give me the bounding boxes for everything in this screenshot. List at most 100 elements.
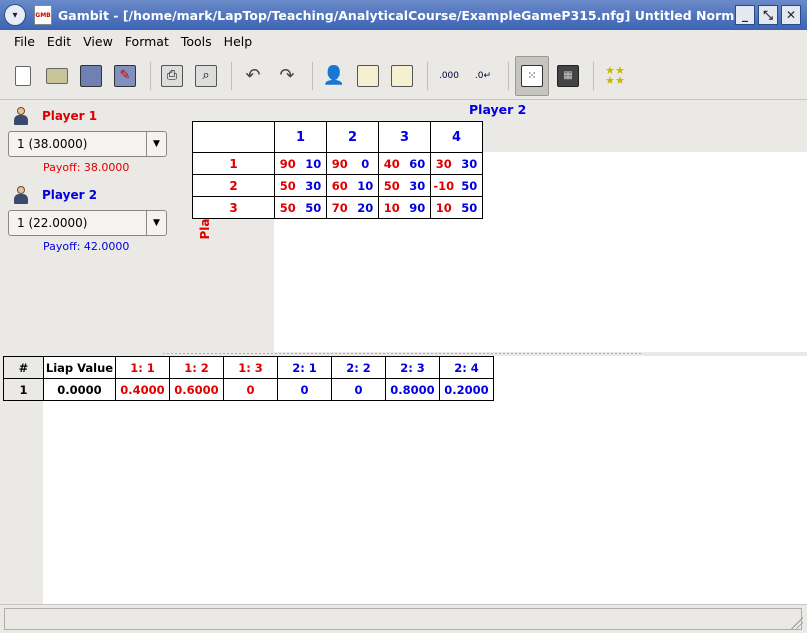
player-1-header: Player 1	[12, 105, 190, 127]
add-strategy-col-icon[interactable]	[387, 61, 417, 91]
dominance-icon[interactable]: ⁙	[515, 55, 549, 96]
profiles-table: # Liap Value 1: 1 1: 2 1: 3 2: 1 2: 2 2:…	[3, 356, 494, 401]
column-header[interactable]: 2	[326, 121, 379, 153]
payoff-p1: 90	[331, 156, 348, 171]
column-header[interactable]: 3	[378, 121, 431, 153]
payoff-cell[interactable]: -10 50	[430, 174, 483, 197]
menu-view[interactable]: View	[77, 34, 119, 49]
menu-tools[interactable]: Tools	[175, 34, 218, 49]
payoff-p2: 50	[461, 200, 478, 215]
payoff-cell[interactable]: 50 50	[274, 196, 327, 219]
decimal-places-increase-icon[interactable]: .000	[434, 61, 464, 91]
payoff-cell[interactable]: 90 10	[274, 152, 327, 175]
payoff-p1: 60	[331, 178, 348, 193]
print-preview-icon[interactable]: ⌕	[191, 61, 221, 91]
player-2-strategy-select[interactable]: 1 (22.0000) ▼	[8, 210, 167, 236]
payoff-cell[interactable]: 40 60	[378, 152, 431, 175]
profiles-header[interactable]: 2: 1	[277, 356, 332, 379]
payoff-p1: -10	[433, 178, 455, 193]
payoff-p1: 30	[435, 156, 452, 171]
toolbar: ✎ ⎙ ⌕ ↶ ↷ 👤 .000 .0↵ ⁙ ▦ ★★ ★★	[0, 52, 807, 100]
payoff-cell[interactable]: 10 50	[430, 196, 483, 219]
payoff-p2: 50	[305, 200, 322, 215]
table-corner	[192, 121, 275, 153]
profiles-header[interactable]: 2: 3	[385, 356, 440, 379]
payoff-cell[interactable]: 90 0	[326, 152, 379, 175]
profiles-header[interactable]: 1: 1	[115, 356, 170, 379]
chevron-down-icon[interactable]: ▼	[146, 132, 166, 156]
toolbar-separator	[150, 61, 151, 90]
redo-icon[interactable]: ↷	[272, 61, 302, 91]
table-row[interactable]: 1 0.0000 0.4000 0.6000 0 0 0 0.8000 0.20…	[3, 378, 494, 401]
row-header[interactable]: 3	[192, 196, 275, 219]
window-menu-button[interactable]: ▾	[4, 4, 26, 26]
menu-file[interactable]: File	[8, 34, 41, 49]
payoff-cell[interactable]: 50 30	[378, 174, 431, 197]
payoff-p1: 40	[383, 156, 400, 171]
payoff-p1: 70	[331, 200, 348, 215]
resize-grip-icon[interactable]	[791, 617, 803, 629]
profile-cell: 0.0000	[43, 378, 116, 401]
payoff-cell[interactable]: 60 10	[326, 174, 379, 197]
print-icon[interactable]: ⎙	[157, 61, 187, 91]
undo-icon[interactable]: ↶	[238, 61, 268, 91]
gambit-app-icon: GMB	[34, 5, 52, 25]
payoff-p2: 20	[357, 200, 374, 215]
profiles-header[interactable]: Liap Value	[43, 356, 116, 379]
player-panel: Player 1 1 (38.0000) ▼ Payoff: 38.0000 P…	[0, 100, 190, 352]
payoff-p1: 50	[383, 178, 400, 193]
payoff-p2: 10	[305, 156, 322, 171]
payoff-table: 1 2 3 4 1 90 10 90 0 40 60 30 30 2 50 30 60 10…	[192, 121, 483, 219]
profiles-header[interactable]: 1: 2	[169, 356, 224, 379]
payoff-p2: 30	[461, 156, 478, 171]
toolbar-separator	[231, 61, 232, 90]
payoff-p2: 10	[357, 178, 374, 193]
payoff-p2: 90	[409, 200, 426, 215]
payoff-p1: 50	[279, 200, 296, 215]
payoff-p1: 50	[279, 178, 296, 193]
profile-cell: 0.6000	[169, 378, 224, 401]
profiles-header: #	[3, 356, 44, 379]
title-bar: ▾ GMB Gambit - [/home/mark/LapTop/Teachi…	[0, 0, 807, 30]
open-folder-icon[interactable]	[42, 61, 72, 91]
equilibria-stars-icon[interactable]: ★★ ★★	[600, 61, 630, 91]
calculator-icon[interactable]: ▦	[553, 61, 583, 91]
player-1-strategy-select[interactable]: 1 (38.0000) ▼	[8, 131, 167, 157]
profiles-header[interactable]: 2: 4	[439, 356, 494, 379]
payoff-p1: 10	[435, 200, 452, 215]
add-strategy-row-icon[interactable]	[353, 61, 383, 91]
payoff-cell[interactable]: 30 30	[430, 152, 483, 175]
row-header[interactable]: 2	[192, 174, 275, 197]
menu-edit[interactable]: Edit	[41, 34, 77, 49]
chevron-down-icon[interactable]: ▼	[146, 211, 166, 235]
profiles-header[interactable]: 1: 3	[223, 356, 278, 379]
decimal-places-decrease-icon[interactable]: .0↵	[468, 61, 498, 91]
row-header[interactable]: 1	[192, 152, 275, 175]
toolbar-separator	[593, 61, 594, 90]
player-1-name[interactable]: Player 1	[42, 109, 97, 123]
player-1-selected-value: 1 (38.0000)	[17, 137, 88, 151]
player-2-selected-value: 1 (22.0000)	[17, 216, 88, 230]
maximize-button[interactable]: ⤡	[758, 5, 778, 25]
close-button[interactable]: ✕	[781, 5, 801, 25]
player-2-name[interactable]: Player 2	[42, 188, 97, 202]
minimize-button[interactable]: _	[735, 5, 755, 25]
menu-help[interactable]: Help	[218, 34, 259, 49]
payoff-cell[interactable]: 70 20	[326, 196, 379, 219]
payoff-cell[interactable]: 10 90	[378, 196, 431, 219]
profiles-header[interactable]: 2: 2	[331, 356, 386, 379]
player-2-payoff: Payoff: 42.0000	[43, 240, 130, 253]
add-player-icon[interactable]: 👤	[319, 61, 349, 91]
column-header[interactable]: 4	[430, 121, 483, 153]
new-file-icon[interactable]	[8, 61, 38, 91]
save-icon[interactable]	[76, 61, 106, 91]
payoff-p1: 90	[279, 156, 296, 171]
player-2-header: Player 2	[12, 184, 190, 206]
menu-format[interactable]: Format	[119, 34, 175, 49]
profile-row-number[interactable]: 1	[3, 378, 44, 401]
save-as-icon[interactable]: ✎	[110, 61, 140, 91]
payoff-p2: 30	[409, 178, 426, 193]
payoff-cell[interactable]: 50 30	[274, 174, 327, 197]
column-header[interactable]: 1	[274, 121, 327, 153]
menu-bar: File Edit View Format Tools Help	[0, 30, 807, 52]
